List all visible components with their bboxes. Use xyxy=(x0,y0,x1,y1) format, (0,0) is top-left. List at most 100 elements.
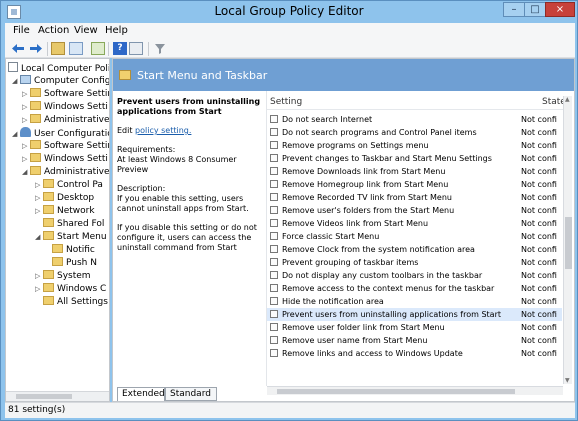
tree-item-all-settings[interactable]: All Settings xyxy=(43,296,108,309)
tree-scroll-thumb[interactable] xyxy=(16,394,72,399)
forward-arrow-icon[interactable] xyxy=(29,42,43,55)
folder-icon xyxy=(30,166,41,175)
setting-row[interactable]: Remove Videos link from Start Menu Not co… xyxy=(267,217,562,230)
policy-setting-icon xyxy=(270,349,278,357)
setting-row[interactable]: Remove Recorded TV link from Start Menu N… xyxy=(267,191,562,204)
close-button[interactable]: × xyxy=(545,2,575,17)
tree-item-label: Desktop xyxy=(57,193,95,203)
setting-row[interactable]: Hide the notification area Not confi xyxy=(267,295,562,308)
policy-setting-icon xyxy=(270,167,278,175)
menu-action[interactable]: Action xyxy=(38,25,69,36)
policy-setting-icon xyxy=(270,336,278,344)
scroll-thumb[interactable] xyxy=(565,217,572,269)
title-bar[interactable]: Local Group Policy Editor – □ × xyxy=(1,1,577,23)
main-title: Start Menu and Taskbar xyxy=(137,69,268,82)
scroll-down-arrow-icon[interactable]: ▼ xyxy=(565,377,570,384)
settings-horizontal-scrollbar[interactable] xyxy=(267,386,563,395)
expand-arrow-icon[interactable]: ▷ xyxy=(35,205,43,218)
tree-item-windows-components[interactable]: ▷ Windows C xyxy=(35,283,106,296)
show-hide-tree-icon[interactable] xyxy=(69,42,83,55)
up-folder-icon[interactable] xyxy=(51,42,65,55)
tree-item-shared-folders[interactable]: Shared Fol xyxy=(43,218,104,231)
setting-row[interactable]: Remove access to the context menus for t… xyxy=(267,282,562,295)
tree-item-label: Control Pa xyxy=(57,180,103,190)
expand-arrow-icon[interactable]: ▷ xyxy=(22,140,30,153)
menu-view[interactable]: View xyxy=(74,25,98,36)
export-list-icon[interactable] xyxy=(91,42,105,55)
expand-arrow-icon[interactable]: ▷ xyxy=(22,88,30,101)
minimize-button[interactable]: – xyxy=(503,2,525,17)
expand-arrow-icon[interactable]: ▷ xyxy=(35,192,43,205)
tree-item-user-configuration[interactable]: ◢ User Configuration xyxy=(12,127,109,141)
policy-setting-icon xyxy=(270,310,278,318)
tree-horizontal-scrollbar[interactable] xyxy=(6,391,109,401)
setting-row[interactable]: Remove programs on Settings menu Not conf… xyxy=(267,139,562,152)
setting-name: Prevent changes to Taskbar and Start Men… xyxy=(282,154,492,163)
setting-row[interactable]: Prevent changes to Taskbar and Start Men… xyxy=(267,152,562,165)
tree-item-desktop[interactable]: ▷ Desktop xyxy=(35,192,94,205)
collapse-arrow-icon[interactable]: ◢ xyxy=(12,128,20,141)
horizontal-scroll-thumb[interactable] xyxy=(277,389,515,394)
tree-item-start-menu[interactable]: ◢ Start Menu xyxy=(35,231,107,244)
tree-item-label: Network xyxy=(57,206,95,216)
setting-state: Not confi xyxy=(521,258,557,267)
setting-name: Do not search Internet xyxy=(282,115,373,124)
expand-arrow-icon[interactable]: ▷ xyxy=(35,283,43,296)
setting-row[interactable]: Remove user name from Start Menu Not conf… xyxy=(267,334,562,347)
setting-row[interactable]: Remove links and access to Windows Updat… xyxy=(267,347,562,360)
tree-item-network[interactable]: ▷ Network xyxy=(35,205,95,218)
setting-row[interactable]: Remove user folder link from Start Menu N… xyxy=(267,321,562,334)
menu-file[interactable]: File xyxy=(13,25,30,36)
collapse-arrow-icon[interactable]: ◢ xyxy=(35,231,43,244)
expand-arrow-icon[interactable]: ▷ xyxy=(35,179,43,192)
tree-item-push-notifications[interactable]: Push N xyxy=(52,257,97,270)
maximize-button[interactable]: □ xyxy=(524,2,546,17)
column-setting-header[interactable]: Setting xyxy=(270,97,302,107)
tree-item-control-panel[interactable]: ▷ Control Pa xyxy=(35,179,103,192)
expand-arrow-icon[interactable]: ▷ xyxy=(22,101,30,114)
setting-state: Not confi xyxy=(521,323,557,332)
settings-vertical-scrollbar[interactable]: ▲ ▼ xyxy=(563,96,572,384)
expand-arrow-icon[interactable]: ▷ xyxy=(22,153,30,166)
setting-row[interactable]: Do not search programs and Control Panel… xyxy=(267,126,562,139)
tree-item-system[interactable]: ▷ System xyxy=(35,270,91,283)
menu-help[interactable]: Help xyxy=(105,25,128,36)
edit-policy-line: Edit policy setting. xyxy=(117,126,262,136)
scroll-up-arrow-icon[interactable]: ▲ xyxy=(565,96,570,103)
tree-item-software-settings[interactable]: ▷ Software Settir xyxy=(22,88,109,101)
setting-row[interactable]: Remove Homegroup link from Start Menu Not… xyxy=(267,178,562,191)
tree-item-computer-configuration[interactable]: ◢ Computer Configu xyxy=(12,75,109,88)
collapse-arrow-icon[interactable]: ◢ xyxy=(22,166,30,179)
policy-setting-icon xyxy=(270,154,278,162)
tree-item-local-computer-policy[interactable]: Local Computer Polic xyxy=(8,62,109,75)
policy-setting-icon xyxy=(270,258,278,266)
setting-name: Prevent users from uninstalling applicat… xyxy=(282,310,501,319)
folder-icon xyxy=(52,244,63,253)
tree-item-software-settings[interactable]: ▷ Software Settir xyxy=(22,140,110,153)
expand-arrow-icon[interactable]: ▷ xyxy=(35,270,43,283)
tab-extended[interactable]: Extended xyxy=(117,387,165,401)
help-icon[interactable]: ? xyxy=(113,42,127,55)
setting-row[interactable]: Force classic Start Menu Not confi xyxy=(267,230,562,243)
tree-item-label: Software Settir xyxy=(44,141,110,151)
expand-arrow-icon[interactable]: ▷ xyxy=(22,114,30,127)
tree-item-administrative-templates[interactable]: ◢ Administrative xyxy=(22,166,109,179)
setting-row[interactable]: Remove Clock from the system notificatio… xyxy=(267,243,562,256)
filter-icon[interactable] xyxy=(153,42,167,55)
setting-row[interactable]: Prevent grouping of taskbar items Not con… xyxy=(267,256,562,269)
tree-item-notifications[interactable]: Notific xyxy=(52,244,95,257)
collapse-arrow-icon[interactable]: ◢ xyxy=(12,75,20,88)
tree-item-administrative-templates[interactable]: ▷ Administrative xyxy=(22,114,109,127)
tree-item-windows-settings[interactable]: ▷ Windows Setti xyxy=(22,153,108,166)
back-arrow-icon[interactable] xyxy=(11,42,25,55)
tree-item-windows-settings[interactable]: ▷ Windows Setti xyxy=(22,101,108,114)
setting-row[interactable]: Remove user's folders from the Start Men… xyxy=(267,204,562,217)
tree-item-label: System xyxy=(57,271,91,281)
setting-row[interactable]: Prevent users from uninstalling applicat… xyxy=(267,308,562,321)
edit-policy-link[interactable]: policy setting. xyxy=(135,126,191,135)
setting-row[interactable]: Do not search Internet Not confi xyxy=(267,113,562,126)
properties-icon[interactable] xyxy=(129,42,143,55)
tab-standard[interactable]: Standard xyxy=(165,387,217,401)
setting-row[interactable]: Do not display any custom toolbars in th… xyxy=(267,269,562,282)
setting-row[interactable]: Remove Downloads link from Start Menu Not… xyxy=(267,165,562,178)
